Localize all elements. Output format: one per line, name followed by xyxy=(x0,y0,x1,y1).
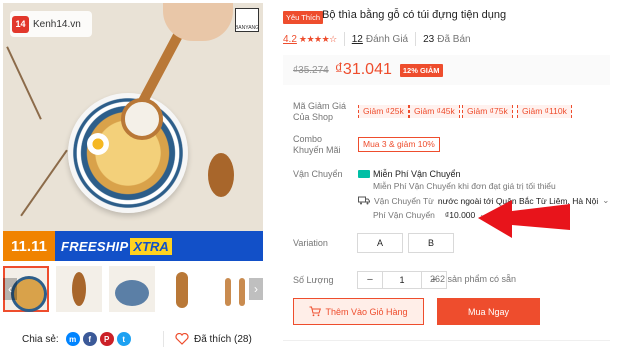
add-to-cart-label: Thêm Vào Giỏ Hàng xyxy=(325,306,408,317)
thumbnail[interactable] xyxy=(109,266,155,312)
divider xyxy=(163,331,164,347)
wooden-ladle xyxy=(121,98,163,140)
divider xyxy=(415,32,417,46)
brand-logo-text: BANYANG xyxy=(234,25,260,31)
divider xyxy=(283,340,610,341)
promo-date: 11.11 xyxy=(3,231,55,261)
shipping-fee-value[interactable]: ₫10.000 xyxy=(445,210,475,220)
egg xyxy=(87,133,109,155)
variation-option-b[interactable]: B xyxy=(408,233,454,253)
price-box: ₫35.274 ₫31.041 12% GIẢM xyxy=(283,55,610,85)
thumbnail-next-button[interactable]: › xyxy=(249,278,263,300)
brand-logo: BANYANG xyxy=(235,8,259,32)
sold-label: Đã Bán xyxy=(437,33,471,45)
voucher-chip[interactable]: Giảm ₫75k xyxy=(462,105,513,118)
shipping-fee-label: Phí Vận Chuyển xyxy=(373,209,435,220)
promo-xtra: XTRA xyxy=(130,237,172,255)
discount-badge: 12% GIẢM xyxy=(399,63,443,77)
rating-value[interactable]: 4.2 xyxy=(283,34,297,45)
add-to-cart-button[interactable]: Thêm Vào Giỏ Hàng xyxy=(293,298,424,325)
promo-freeship: FREESHIP xyxy=(61,238,129,254)
sold-count: 23 xyxy=(423,33,435,45)
combo-offer-tag[interactable]: Mua 3 & giảm 10% xyxy=(358,137,440,152)
variation-label: Variation xyxy=(293,238,328,248)
facebook-icon[interactable]: f xyxy=(82,332,97,346)
favorite-shop-badge: Yêu Thích xyxy=(283,11,324,24)
combo-label: Combo Khuyến Mãi xyxy=(293,134,341,155)
quantity-input[interactable]: 1 xyxy=(383,271,421,289)
ship-from-label: Vận Chuyển Từ xyxy=(374,195,434,206)
product-main-image[interactable] xyxy=(3,3,263,261)
thumbnail[interactable] xyxy=(162,266,208,312)
buy-now-button[interactable]: Mua Ngay xyxy=(437,298,540,325)
truck-icon xyxy=(358,196,370,205)
reviews-label: Đánh Giá xyxy=(365,33,409,45)
quantity-decrease-button[interactable]: − xyxy=(357,271,383,289)
heart-icon xyxy=(175,333,189,345)
voucher-chip[interactable]: Giảm ₫25k xyxy=(358,105,409,118)
voucher-chip[interactable]: Giảm ₫45k xyxy=(409,105,460,118)
kenh14-site-name: Kenh14.vn xyxy=(33,18,81,30)
share-row: Chia sẻ: m f P t xyxy=(22,331,131,347)
kenh14-logo-icon: 14 xyxy=(12,15,29,33)
twitter-icon[interactable]: t xyxy=(116,332,131,346)
shop-voucher-label: Mã Giảm Giá Của Shop xyxy=(293,101,347,122)
like-button[interactable]: Đã thích (28) xyxy=(175,331,252,347)
free-shipping-truck-icon xyxy=(358,170,370,178)
shipping-label: Vận Chuyển xyxy=(293,169,343,179)
free-shipping-row: Miễn Phí Vận Chuyển xyxy=(358,169,461,179)
thumbnail-prev-button[interactable]: ‹ xyxy=(3,278,17,300)
current-price: ₫31.041 xyxy=(334,61,392,78)
free-shipping-condition: Miễn Phí Vận Chuyển khi đơn đạt giá trị … xyxy=(373,181,556,191)
share-label: Chia sẻ: xyxy=(22,333,59,345)
divider xyxy=(343,32,345,46)
reviews-count[interactable]: 12 xyxy=(352,34,363,45)
chevron-down-icon[interactable]: ⌄ xyxy=(602,195,609,206)
rating-stars-icon: ★★★★☆ xyxy=(298,33,337,44)
liked-count-text: Đã thích (28) xyxy=(194,333,252,345)
pinterest-icon[interactable]: P xyxy=(99,332,114,346)
product-title: Bộ thìa bằng gỗ có túi đựng tiện dụng xyxy=(322,9,507,21)
annotation-arrow-icon xyxy=(478,200,570,238)
stock-available: 262 sản phẩm có sẵn xyxy=(430,274,517,284)
voucher-chip[interactable]: Giảm ₫110k xyxy=(517,105,572,118)
free-shipping-title: Miễn Phí Vận Chuyển xyxy=(373,169,461,179)
thumbnail-strip: ‹ › xyxy=(3,266,263,312)
shipping-fee-row: Phí Vận Chuyển ₫10.000 ⌄ xyxy=(373,209,486,220)
messenger-icon[interactable]: m xyxy=(65,332,80,346)
freeship-promo-banner: 11.11 FREESHIP XTRA xyxy=(3,231,263,261)
quantity-label: Số Lượng xyxy=(293,275,334,285)
rating-row: 4.2 ★★★★☆ 12 Đánh Giá 23 Đã Bán xyxy=(283,32,471,46)
original-price: ₫35.274 xyxy=(293,64,329,76)
variation-option-a[interactable]: A xyxy=(357,233,403,253)
thumbnail[interactable] xyxy=(56,266,102,312)
kenh14-watermark: 14 Kenh14.vn xyxy=(10,11,92,37)
cart-icon xyxy=(309,306,322,317)
wooden-spoon xyxy=(208,153,234,197)
